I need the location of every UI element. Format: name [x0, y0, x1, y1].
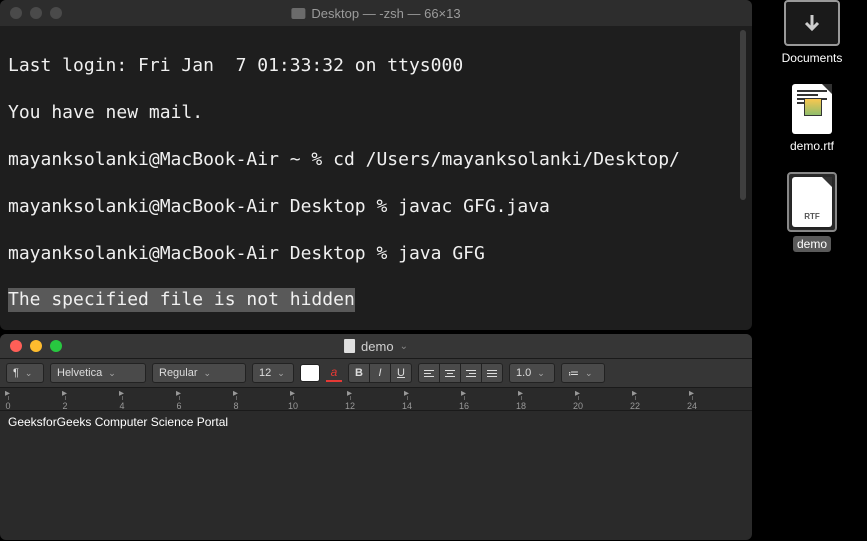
chevron-down-icon: ⌄: [400, 341, 408, 352]
desktop-item-demo-rtf[interactable]: demo.rtf: [786, 84, 838, 154]
terminal-line: Last login: Fri Jan 7 01:33:32 on ttys00…: [8, 54, 744, 77]
terminal-line: You have new mail.: [8, 101, 744, 124]
align-center-button[interactable]: [440, 363, 461, 383]
underline-button[interactable]: U: [391, 363, 412, 383]
font-family-select[interactable]: Helvetica: [50, 363, 146, 383]
paragraph-style-select[interactable]: ¶: [6, 363, 44, 383]
font-size-select[interactable]: 12: [252, 363, 294, 383]
textedit-body[interactable]: GeeksforGeeks Computer Science Portal: [0, 411, 752, 433]
terminal-title-text: Desktop — -zsh — 66×13: [311, 6, 460, 21]
font-style-select[interactable]: Regular: [152, 363, 246, 383]
desktop-item-documents[interactable]: Documents: [778, 0, 847, 66]
desktop-item-label: Documents: [778, 50, 847, 66]
textedit-window: demo ⌄ ¶ Helvetica Regular 12 a B I U: [0, 334, 752, 540]
textedit-title[interactable]: demo ⌄: [344, 339, 408, 354]
terminal-title: Desktop — -zsh — 66×13: [291, 6, 460, 21]
terminal-line: mayanksolanki@MacBook-Air ~ % cd /Users/…: [8, 148, 744, 171]
scrollbar[interactable]: [740, 30, 746, 200]
folder-icon: [291, 8, 305, 19]
line-spacing-select[interactable]: 1.0: [509, 363, 555, 383]
textedit-toolbar: ¶ Helvetica Regular 12 a B I U 1.0: [0, 358, 752, 388]
align-justify-button[interactable]: [482, 363, 503, 383]
italic-button[interactable]: I: [370, 363, 391, 383]
document-content: GeeksforGeeks Computer Science Portal: [8, 415, 228, 429]
background-color-button[interactable]: [300, 364, 320, 382]
rtf-file-icon: RTF: [792, 177, 832, 227]
desktop-item-label: demo.rtf: [786, 138, 838, 154]
minimize-icon[interactable]: [30, 7, 42, 19]
desktop-item-label: demo: [793, 236, 831, 252]
desktop-icons: Documents demo.rtf RTF demo: [762, 0, 862, 252]
rtf-file-icon: [792, 84, 832, 134]
bold-button[interactable]: B: [348, 363, 370, 383]
terminal-titlebar: Desktop — -zsh — 66×13: [0, 0, 752, 26]
close-icon[interactable]: [10, 340, 22, 352]
terminal-window: Desktop — -zsh — 66×13 Last login: Fri J…: [0, 0, 752, 330]
list-icon: ≔: [568, 367, 579, 380]
terminal-output-highlight: The specified file is not hidden: [8, 288, 355, 311]
terminal-body[interactable]: Last login: Fri Jan 7 01:33:32 on ttys00…: [0, 26, 752, 330]
minimize-icon[interactable]: [30, 340, 42, 352]
zoom-icon[interactable]: [50, 340, 62, 352]
align-left-button[interactable]: [418, 363, 440, 383]
align-group: [418, 363, 503, 383]
textedit-titlebar: demo ⌄: [0, 334, 752, 358]
document-icon: [344, 339, 355, 353]
desktop-item-demo[interactable]: RTF demo: [787, 172, 837, 252]
textedit-title-text: demo: [361, 339, 394, 354]
terminal-line: mayanksolanki@MacBook-Air Desktop % java…: [8, 242, 744, 265]
terminal-line: mayanksolanki@MacBook-Air Desktop % java…: [8, 195, 744, 218]
text-color-button[interactable]: a: [326, 364, 342, 382]
folder-download-icon: [784, 0, 840, 46]
zoom-icon[interactable]: [50, 7, 62, 19]
format-group: B I U: [348, 363, 412, 383]
list-style-select[interactable]: ≔: [561, 363, 605, 383]
ruler[interactable]: ▸0▸2▸4▸6▸8▸10▸12▸14▸16▸18▸20▸22▸24: [0, 388, 752, 411]
close-icon[interactable]: [10, 7, 22, 19]
align-right-button[interactable]: [461, 363, 482, 383]
